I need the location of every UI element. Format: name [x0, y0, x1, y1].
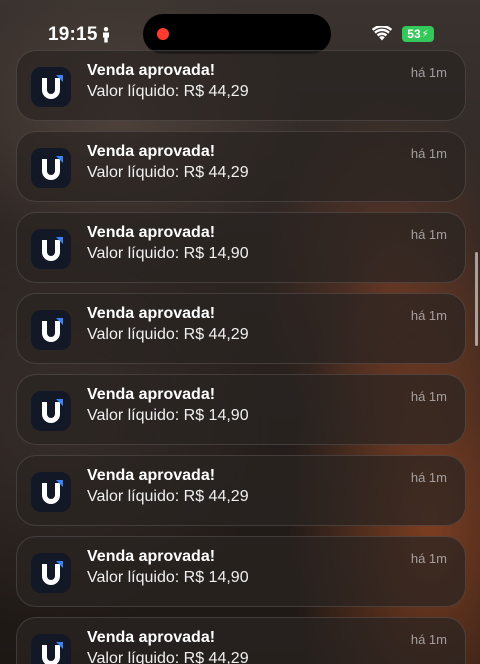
- battery-level: 53: [407, 27, 421, 41]
- app-icon: [31, 310, 71, 350]
- recording-dot-icon: [157, 28, 169, 40]
- notification-card[interactable]: Venda aprovada! Valor líquido: R$ 44,29 …: [16, 293, 466, 364]
- notification-title: Venda aprovada!: [87, 467, 216, 484]
- notification-body: Valor líquido: R$ 44,29: [87, 164, 249, 181]
- notification-time: há 1m: [410, 227, 447, 242]
- notification-card[interactable]: Venda aprovada! Valor líquido: R$ 14,90 …: [16, 374, 466, 445]
- notification-title: Venda aprovada!: [87, 629, 216, 646]
- app-icon: [31, 229, 71, 269]
- notification-time: há 1m: [410, 551, 447, 566]
- notification-time: há 1m: [410, 632, 447, 647]
- app-icon: [31, 148, 71, 188]
- app-icon: [31, 553, 71, 593]
- notification-title: Venda aprovada!: [87, 224, 216, 241]
- battery-charging-icon: 53 ⚡: [402, 26, 434, 42]
- notification-body: Valor líquido: R$ 44,29: [87, 650, 249, 664]
- notification-card[interactable]: Venda aprovada! Valor líquido: R$ 44,29 …: [16, 131, 466, 202]
- app-icon: [31, 634, 71, 664]
- notification-title: Venda aprovada!: [87, 548, 216, 565]
- notification-time: há 1m: [410, 146, 447, 161]
- notification-title: Venda aprovada!: [87, 143, 216, 160]
- notification-card[interactable]: Venda aprovada! Valor líquido: R$ 44,29 …: [16, 455, 466, 526]
- notification-body: Valor líquido: R$ 14,90: [87, 245, 249, 262]
- notification-body: Valor líquido: R$ 44,29: [87, 488, 249, 505]
- notification-card[interactable]: Venda aprovada! Valor líquido: R$ 44,29 …: [16, 617, 466, 664]
- app-icon: [31, 391, 71, 431]
- notification-title: Venda aprovada!: [87, 305, 216, 322]
- notification-time: há 1m: [410, 308, 447, 323]
- wifi-icon: [372, 26, 392, 41]
- dynamic-island[interactable]: [143, 14, 331, 54]
- notification-card[interactable]: Venda aprovada! Valor líquido: R$ 14,90 …: [16, 536, 466, 607]
- notification-card[interactable]: Venda aprovada! Valor líquido: R$ 14,90 …: [16, 212, 466, 283]
- scroll-indicator[interactable]: [475, 252, 478, 346]
- notification-body: Valor líquido: R$ 14,90: [87, 407, 249, 424]
- notification-body: Valor líquido: R$ 44,29: [87, 83, 249, 100]
- notification-body: Valor líquido: R$ 14,90: [87, 569, 249, 586]
- notification-title: Venda aprovada!: [87, 386, 216, 403]
- notification-card[interactable]: Venda aprovada! Valor líquido: R$ 44,29 …: [16, 50, 466, 121]
- status-time: 19:15: [48, 24, 98, 45]
- notification-time: há 1m: [410, 470, 447, 485]
- notification-body: Valor líquido: R$ 44,29: [87, 326, 249, 343]
- notification-time: há 1m: [410, 65, 447, 80]
- notification-title: Venda aprovada!: [87, 62, 216, 79]
- app-icon: [31, 472, 71, 512]
- status-bar: 19:15 53 ⚡: [0, 0, 480, 54]
- bolt-icon: ⚡: [421, 28, 429, 40]
- notification-time: há 1m: [410, 389, 447, 404]
- app-icon: [31, 67, 71, 107]
- person-icon: [103, 27, 109, 43]
